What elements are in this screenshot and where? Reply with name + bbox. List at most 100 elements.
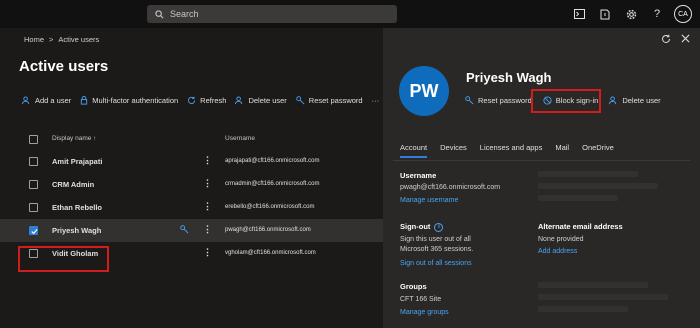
add-person-icon [22, 96, 30, 105]
groups-value: CFT 166 Site [400, 296, 442, 303]
signout-heading: Sign-out i [400, 222, 444, 232]
more-commands-button[interactable]: ··· [372, 96, 380, 105]
page-title: Active users [19, 58, 109, 75]
key-icon [296, 96, 305, 105]
breadcrumb-current: Active users [58, 35, 100, 44]
top-bar: Search ? CA [0, 0, 700, 28]
refresh-button[interactable]: Refresh [187, 96, 226, 105]
table-row[interactable]: Priyesh Wagh ⋮ pwagh@cft166.onmicrosoft.co… [0, 219, 383, 242]
manage-username-link[interactable]: Manage username [400, 197, 458, 204]
username: pwagh@cft166.onmicrosoft.com [225, 227, 311, 233]
username: crmadmin@cft166.onmicrosoft.com [225, 181, 320, 187]
loading-placeholder [538, 183, 658, 189]
panel-delete-user-button[interactable]: Delete user [609, 96, 661, 105]
signout-text-2: Microsoft 365 sessions. [400, 246, 474, 253]
feedback-icon[interactable] [592, 4, 618, 24]
reset-password-label: Reset password [308, 96, 363, 105]
row-checkbox[interactable] [29, 226, 38, 235]
display-name[interactable]: Ethan Rebello [52, 203, 102, 212]
mfa-button[interactable]: Multi-factor authentication [80, 96, 178, 105]
reset-password-button[interactable]: Reset password [296, 96, 363, 105]
breadcrumb-home[interactable]: Home [24, 35, 44, 44]
row-checkbox[interactable] [29, 157, 38, 166]
more-commands-label: ··· [371, 96, 380, 105]
display-name[interactable]: CRM Admin [52, 180, 94, 189]
add-user-label: Add a user [35, 96, 72, 105]
row-checkbox[interactable] [29, 180, 38, 189]
row-checkbox[interactable] [29, 203, 38, 212]
display-name[interactable]: Priyesh Wagh [52, 226, 101, 235]
search-box[interactable]: Search [147, 5, 397, 23]
panel-reset-password-button[interactable]: Reset password [465, 96, 532, 105]
row-more-icon[interactable]: ⋮ [203, 201, 212, 212]
username-label: Username [400, 171, 437, 180]
username: erebello@cft166.onmicrosoft.com [225, 204, 315, 210]
delete-user-button[interactable]: Delete user [235, 96, 287, 105]
users-table: Display name ↑ Username Amit Prajapati ⋮ a… [0, 128, 383, 265]
info-icon[interactable]: i [434, 222, 444, 232]
account-avatar[interactable]: CA [674, 5, 692, 23]
table-row[interactable]: CRM Admin ⋮ crmadmin@cft166.onmicrosoft.co… [0, 173, 383, 196]
table-header: Display name ↑ Username [0, 128, 383, 150]
command-bar: Add a user Multi-factor authentication R… [22, 96, 379, 105]
tabs-divider [393, 160, 690, 161]
alt-email-label: Alternate email address [538, 222, 623, 231]
signout-all-sessions-link[interactable]: Sign out of all sessions [400, 260, 472, 267]
breadcrumb: Home > Active users [24, 35, 99, 44]
alt-email-value: None provided [538, 236, 584, 243]
delete-person-icon [235, 96, 243, 105]
highlight-box-block-signin [531, 89, 601, 113]
row-more-icon[interactable]: ⋮ [203, 178, 212, 189]
row-more-icon[interactable]: ⋮ [203, 155, 212, 166]
refresh-icon[interactable] [661, 34, 671, 44]
user-avatar: PW [399, 66, 449, 116]
user-name-heading: Priyesh Wagh [466, 70, 552, 85]
panel-delete-user-label: Delete user [622, 96, 661, 105]
signout-label: Sign-out [400, 222, 431, 231]
terminal-icon[interactable] [566, 4, 592, 24]
username: vgholam@cft166.onmicrosoft.com [225, 250, 316, 256]
delete-person-icon [609, 96, 617, 105]
add-address-link[interactable]: Add address [538, 248, 577, 255]
mfa-label: Multi-factor authentication [92, 96, 179, 105]
breadcrumb-separator: > [49, 35, 54, 44]
panel-reset-password-label: Reset password [478, 96, 532, 105]
loading-placeholder [538, 306, 628, 312]
key-icon [465, 96, 474, 105]
users-pane: Home > Active users Active users Add a u… [0, 28, 383, 328]
gear-icon[interactable] [618, 4, 644, 24]
key-icon[interactable] [180, 225, 189, 234]
groups-label: Groups [400, 282, 427, 291]
highlight-box-selected-row [18, 246, 109, 272]
table-row[interactable]: Ethan Rebello ⋮ erebello@cft166.onmicrosof… [0, 196, 383, 219]
table-row[interactable]: Amit Prajapati ⋮ aprajapati@cft166.onmicro… [0, 150, 383, 173]
manage-groups-link[interactable]: Manage groups [400, 309, 449, 316]
tab-mail[interactable]: Mail [555, 143, 569, 158]
help-icon[interactable]: ? [644, 4, 670, 24]
refresh-label: Refresh [200, 96, 227, 105]
display-name[interactable]: Amit Prajapati [52, 157, 102, 166]
search-icon [155, 9, 164, 18]
close-icon[interactable] [681, 34, 690, 43]
refresh-icon [188, 96, 196, 105]
row-more-icon[interactable]: ⋮ [203, 247, 212, 258]
tab-devices[interactable]: Devices [440, 143, 467, 158]
search-placeholder: Search [170, 9, 199, 19]
lock-icon [81, 96, 88, 105]
signout-text-1: Sign this user out of all [400, 236, 471, 243]
loading-placeholder [538, 195, 618, 201]
delete-user-label: Delete user [248, 96, 287, 105]
loading-placeholder [538, 282, 648, 288]
col-display-name[interactable]: Display name ↑ [52, 135, 96, 142]
username-value: pwagh@cft166.onmicrosoft.com [400, 184, 501, 191]
loading-placeholder [538, 294, 668, 300]
col-username[interactable]: Username [225, 135, 255, 142]
tab-licenses-and-apps[interactable]: Licenses and apps [480, 143, 543, 158]
row-more-icon[interactable]: ⋮ [203, 224, 212, 235]
add-user-button[interactable]: Add a user [22, 96, 71, 105]
loading-placeholder [538, 171, 638, 177]
tab-onedrive[interactable]: OneDrive [582, 143, 614, 158]
user-detail-panel: PW Priyesh Wagh Reset password Block sig… [383, 28, 700, 328]
tab-account[interactable]: Account [400, 143, 428, 158]
select-all-checkbox[interactable] [29, 135, 38, 144]
